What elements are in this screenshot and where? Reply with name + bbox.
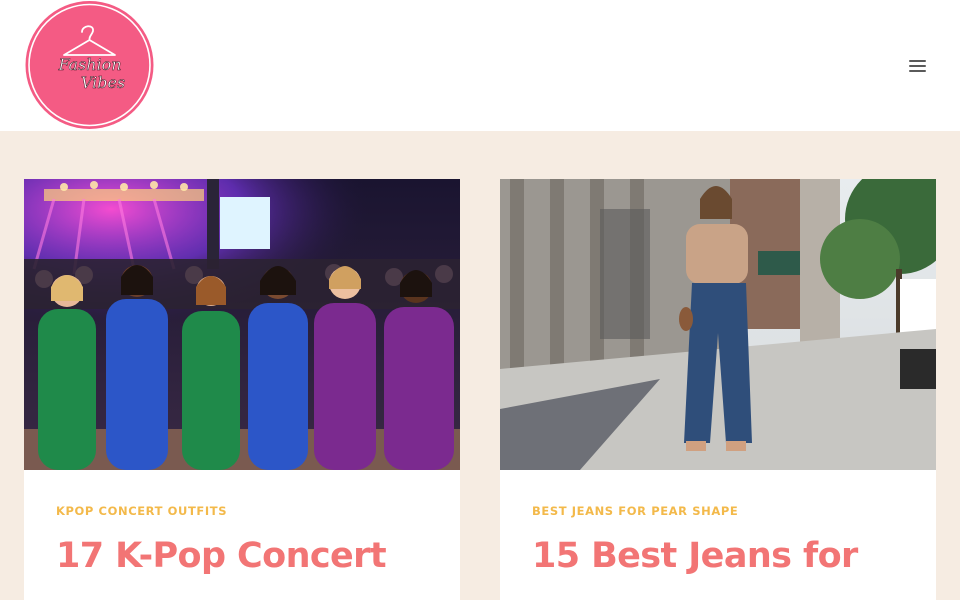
- menu-line: [909, 70, 926, 72]
- post-image-jeans[interactable]: [500, 179, 936, 470]
- logo-text-fashion: Fashion: [57, 55, 121, 74]
- post-card: BEST JEANS FOR PEAR SHAPE 15 Best Jeans …: [500, 179, 936, 600]
- post-title[interactable]: 17 K-Pop Concert: [56, 536, 387, 576]
- fashion-vibes-logo: Fashion Vibes: [25, 1, 154, 129]
- menu-line: [909, 60, 926, 62]
- post-card: KPOP CONCERT OUTFITS 17 K-Pop Concert: [24, 179, 460, 600]
- post-category-link[interactable]: KPOP CONCERT OUTFITS: [56, 504, 227, 518]
- post-category-link[interactable]: BEST JEANS FOR PEAR SHAPE: [532, 504, 738, 518]
- logo-text-vibes: Vibes: [81, 73, 125, 92]
- site-logo[interactable]: Fashion Vibes: [24, 0, 155, 131]
- post-title[interactable]: 15 Best Jeans for: [532, 536, 858, 576]
- site-header: Fashion Vibes: [0, 0, 960, 131]
- menu-line: [909, 65, 926, 67]
- hamburger-menu-icon[interactable]: [906, 56, 930, 76]
- post-image-kpop[interactable]: [24, 179, 460, 470]
